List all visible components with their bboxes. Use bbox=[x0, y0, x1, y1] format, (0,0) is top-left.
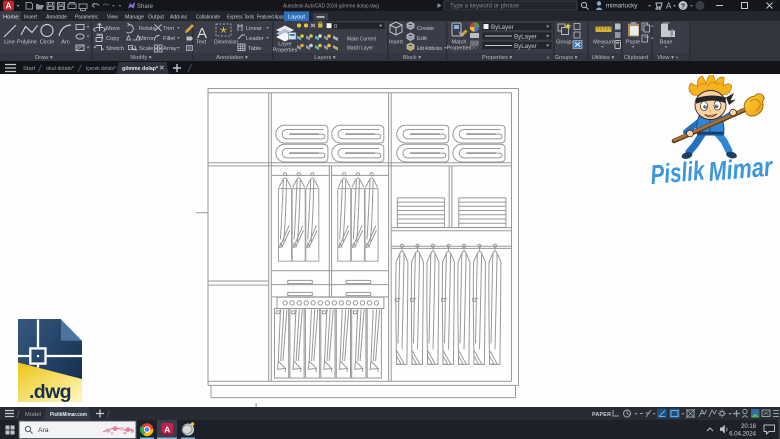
svg-text:Insert: Insert bbox=[389, 40, 403, 46]
svg-text:Ara: Ara bbox=[38, 427, 49, 434]
svg-text:Line: Line bbox=[4, 40, 15, 46]
svg-text:Model: Model bbox=[25, 412, 41, 418]
svg-text:Polyline: Polyline bbox=[17, 40, 37, 46]
svg-text:Move: Move bbox=[106, 26, 120, 32]
svg-text:Parametric: Parametric bbox=[75, 14, 98, 20]
svg-text:Home: Home bbox=[3, 14, 18, 20]
svg-text:ISO: ISO bbox=[470, 45, 478, 50]
svg-text:ByLayer: ByLayer bbox=[514, 43, 537, 50]
svg-text:Stretch: Stretch bbox=[106, 46, 124, 52]
svg-text:?: ? bbox=[681, 3, 685, 10]
svg-text:Linear: Linear bbox=[246, 26, 262, 32]
svg-text:A: A bbox=[666, 2, 672, 11]
svg-text:Mirror: Mirror bbox=[139, 36, 154, 42]
svg-text:Dimension: Dimension bbox=[214, 40, 238, 46]
svg-text:ByLayer: ByLayer bbox=[491, 24, 514, 31]
svg-text:.dwg: .dwg bbox=[29, 381, 71, 403]
svg-text:Table: Table bbox=[248, 46, 262, 52]
svg-text:Paste: Paste bbox=[626, 40, 640, 46]
svg-text:6.04.2024: 6.04.2024 bbox=[729, 432, 756, 438]
svg-text:ByLayer: ByLayer bbox=[514, 34, 537, 41]
svg-text:Rotate: Rotate bbox=[139, 26, 156, 32]
svg-text:Properties: Properties bbox=[447, 46, 472, 52]
svg-text:Text: Text bbox=[196, 40, 207, 46]
svg-text:Match Layer: Match Layer bbox=[347, 46, 373, 52]
svg-text:0: 0 bbox=[334, 24, 337, 30]
svg-text:gömme dolap*: gömme dolap* bbox=[122, 66, 159, 72]
svg-text:Mimar: Mimar bbox=[707, 151, 775, 187]
svg-text:Express Tools: Express Tools bbox=[227, 14, 254, 20]
svg-text:Circle: Circle bbox=[40, 40, 55, 46]
svg-text:Arc: Arc bbox=[61, 40, 70, 46]
svg-text:A: A bbox=[6, 2, 12, 11]
svg-text:okul dolabı*: okul dolabı* bbox=[46, 66, 75, 72]
svg-text:Start: Start bbox=[23, 66, 36, 72]
svg-text:Type a keyword or phrase: Type a keyword or phrase bbox=[450, 4, 520, 10]
svg-text:Properties: Properties bbox=[273, 48, 298, 54]
svg-text:Manage: Manage bbox=[125, 14, 144, 20]
svg-text:View: View bbox=[107, 14, 119, 20]
svg-text:Pislik: Pislik bbox=[649, 155, 707, 190]
svg-text:Base: Base bbox=[660, 40, 673, 46]
svg-text:PAPER: PAPER bbox=[592, 412, 611, 418]
svg-text:Create: Create bbox=[417, 26, 434, 32]
svg-text:Collaborate: Collaborate bbox=[196, 14, 220, 20]
svg-text:Scale: Scale bbox=[139, 46, 153, 52]
svg-text:Trim: Trim bbox=[163, 26, 174, 32]
svg-text:mimarlucky: mimarlucky bbox=[606, 3, 638, 10]
svg-text:Measure: Measure bbox=[593, 40, 615, 46]
svg-text:Array: Array bbox=[163, 46, 177, 52]
svg-text:Group: Group bbox=[556, 40, 572, 46]
svg-text:Add-ins: Add-ins bbox=[170, 14, 187, 20]
svg-text:Layout: Layout bbox=[288, 14, 305, 20]
svg-text:Annotate: Annotate bbox=[46, 14, 67, 20]
svg-text:Edit: Edit bbox=[417, 36, 427, 42]
svg-text:Autodesk AutoCAD 2024 gömme: Autodesk AutoCAD 2024 gömme dolap.dwg bbox=[283, 4, 379, 10]
svg-text:Copy: Copy bbox=[106, 36, 119, 42]
svg-text:Make Current: Make Current bbox=[347, 37, 376, 43]
svg-text:Fillet: Fillet bbox=[163, 36, 175, 42]
svg-text:Insert: Insert bbox=[24, 14, 37, 20]
svg-text:Edit Attributes: Edit Attributes bbox=[417, 46, 442, 52]
svg-text:Featured Apps: Featured Apps bbox=[257, 14, 284, 20]
svg-text:içecek dolabı*: içecek dolabı* bbox=[86, 66, 117, 72]
svg-text:Output: Output bbox=[148, 14, 164, 20]
svg-text:Share: Share bbox=[137, 4, 154, 10]
svg-text:20:18: 20:18 bbox=[741, 424, 757, 430]
svg-text:Leader: Leader bbox=[246, 36, 264, 42]
svg-text:PislikMimar.com: PislikMimar.com bbox=[50, 412, 87, 418]
